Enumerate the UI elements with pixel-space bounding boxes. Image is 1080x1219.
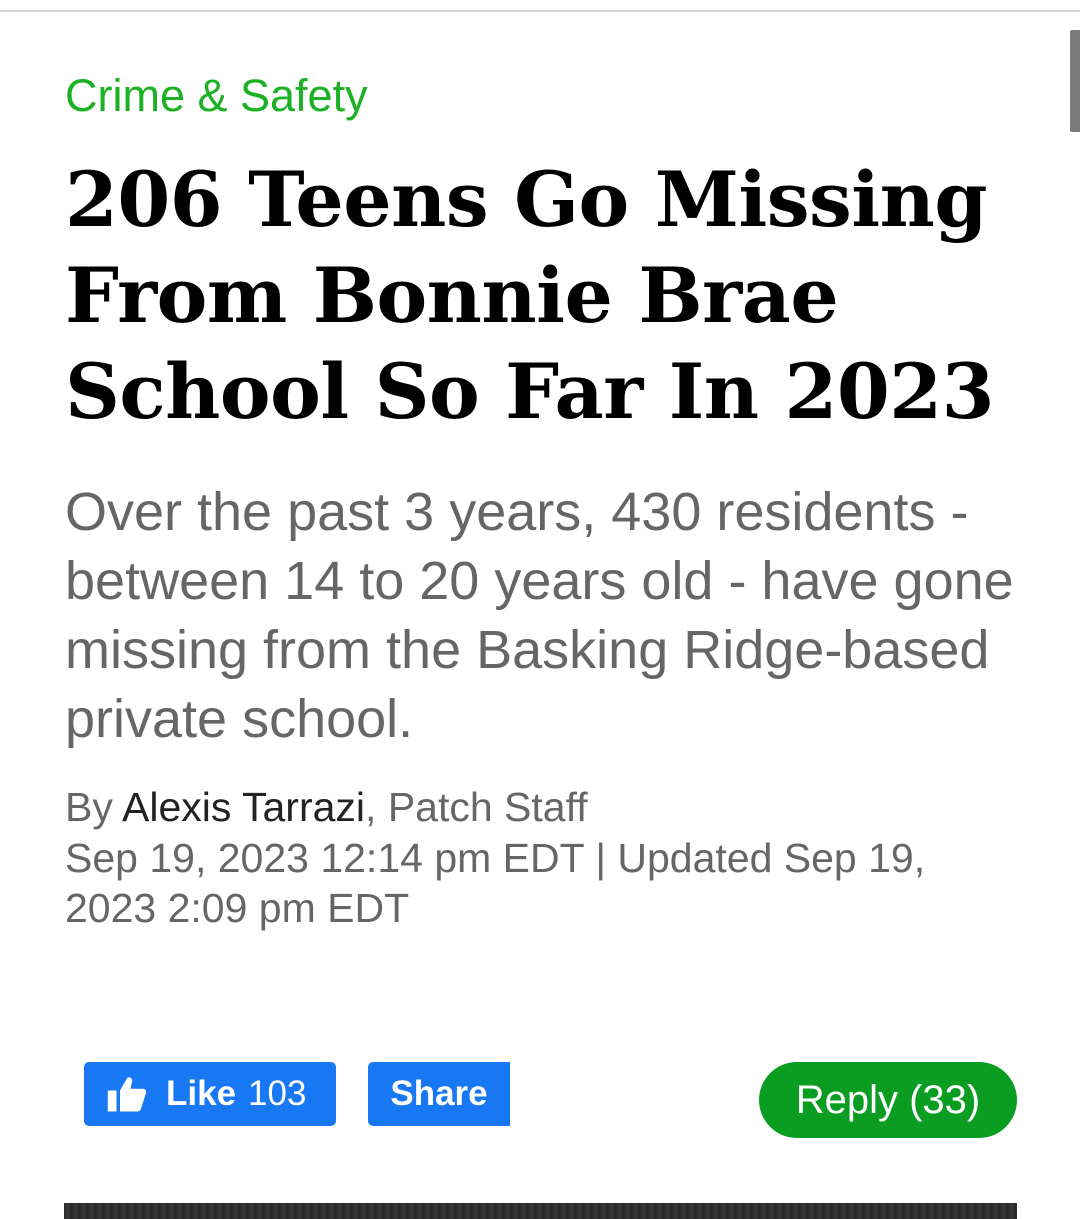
like-button[interactable]: Like 103 <box>84 1062 336 1126</box>
dateline: Sep 19, 2023 12:14 pm EDT | Updated Sep … <box>65 835 926 931</box>
article-headline: 206 Teens Go Missing From Bonnie Brae Sc… <box>65 155 995 436</box>
category-link[interactable]: Crime & Safety <box>65 62 1025 130</box>
top-border <box>0 0 1080 12</box>
article-header: Crime & Safety 206 Teens Go Missing From… <box>65 62 1025 933</box>
action-bar: Like 103 Share Reply (33) <box>84 1062 1017 1138</box>
thumbs-up-icon <box>106 1073 148 1115</box>
author-role: , Patch Staff <box>365 784 588 830</box>
byline: By Alexis Tarrazi, Patch Staff <box>65 782 1025 833</box>
like-label: Like <box>166 1074 237 1113</box>
article-summary: Over the past 3 years, 430 residents - b… <box>65 482 1014 749</box>
byline-prefix: By <box>65 784 122 830</box>
author-link[interactable]: Alexis Tarrazi <box>122 784 365 830</box>
reply-button[interactable]: Reply (33) <box>759 1062 1017 1138</box>
like-count: 103 <box>248 1074 307 1113</box>
hero-image <box>64 1203 1017 1219</box>
share-button[interactable]: Share <box>368 1062 510 1126</box>
scrollbar-thumb[interactable] <box>1070 30 1080 132</box>
